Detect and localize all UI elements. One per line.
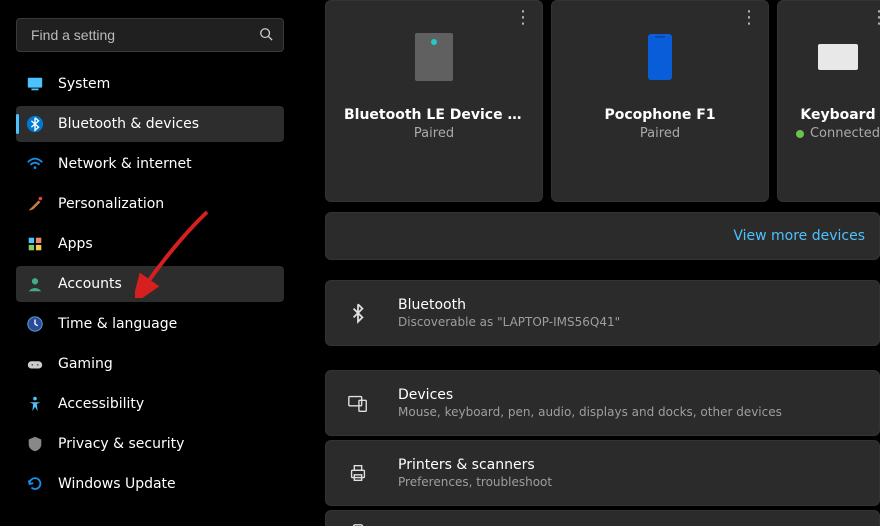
search-input[interactable] (29, 26, 259, 44)
row-title: Bluetooth (398, 297, 620, 313)
nav-list: System Bluetooth & devices Network & int… (0, 66, 300, 502)
device-card[interactable]: ⋮ Pocophone F1 Paired (551, 0, 769, 202)
device-status: Paired (414, 126, 454, 141)
view-more-devices-link[interactable]: View more devices (733, 228, 865, 244)
sidebar-item-label: Apps (58, 236, 93, 252)
apps-icon (26, 235, 44, 253)
device-card[interactable]: ⋮ Bluetooth LE Device 70b... Paired (325, 0, 543, 202)
settings-list: Bluetooth Discoverable as "LAPTOP-IMS56Q… (325, 280, 880, 526)
device-thumb-icon (415, 29, 453, 85)
paintbrush-icon (26, 195, 44, 213)
sidebar-item-label: Personalization (58, 196, 164, 212)
row-subtitle: Discoverable as "LAPTOP-IMS56Q41" (398, 315, 620, 329)
sidebar-item-label: System (58, 76, 110, 92)
main-content: ⋮ Bluetooth LE Device 70b... Paired ⋮ Po… (325, 0, 880, 526)
shield-icon (26, 435, 44, 453)
wifi-icon (26, 155, 44, 173)
device-thumb-icon (648, 29, 672, 85)
your-phone-row[interactable]: Your Phone (325, 510, 880, 526)
monitor-icon (26, 75, 44, 93)
sidebar-item-label: Bluetooth & devices (58, 116, 199, 132)
gamepad-icon (26, 355, 44, 373)
card-menu-icon[interactable]: ⋮ (736, 3, 762, 32)
sidebar-item-time-language[interactable]: Time & language (16, 306, 284, 342)
phone-icon (344, 522, 372, 526)
device-cards: ⋮ Bluetooth LE Device 70b... Paired ⋮ Po… (325, 0, 880, 202)
update-icon (26, 475, 44, 493)
device-name: Pocophone F1 (604, 107, 715, 123)
printer-icon (344, 462, 372, 484)
sidebar-item-label: Privacy & security (58, 436, 184, 452)
sidebar-item-label: Accessibility (58, 396, 144, 412)
clock-globe-icon (26, 315, 44, 333)
bluetooth-icon (26, 115, 44, 133)
bluetooth-toggle-row[interactable]: Bluetooth Discoverable as "LAPTOP-IMS56Q… (325, 280, 880, 346)
sidebar-item-windows-update[interactable]: Windows Update (16, 466, 284, 502)
devices-row[interactable]: Devices Mouse, keyboard, pen, audio, dis… (325, 370, 880, 436)
sidebar-item-label: Gaming (58, 356, 113, 372)
device-status: Paired (640, 126, 680, 141)
devices-icon (344, 392, 372, 414)
device-name: Bluetooth LE Device 70b... (344, 107, 524, 123)
bluetooth-icon (344, 302, 372, 324)
row-title: Devices (398, 387, 782, 403)
search-box[interactable] (16, 18, 284, 52)
sidebar-item-label: Network & internet (58, 156, 192, 172)
accessibility-icon (26, 395, 44, 413)
card-menu-icon[interactable]: ⋮ (510, 3, 536, 32)
sidebar-item-accounts[interactable]: Accounts (16, 266, 284, 302)
search-icon (259, 26, 273, 45)
row-subtitle: Mouse, keyboard, pen, audio, displays an… (398, 405, 782, 419)
sidebar-item-label: Accounts (58, 276, 122, 292)
row-subtitle: Preferences, troubleshoot (398, 475, 552, 489)
printers-scanners-row[interactable]: Printers & scanners Preferences, trouble… (325, 440, 880, 506)
device-name: Keyboard (800, 107, 875, 123)
device-thumb-icon (818, 29, 858, 85)
person-icon (26, 275, 44, 293)
device-status: Connected (796, 126, 880, 141)
sidebar-item-label: Time & language (58, 316, 177, 332)
search-wrap (0, 0, 300, 66)
device-card[interactable]: ⋮ Keyboard Connected (777, 0, 880, 202)
sidebar-item-privacy-security[interactable]: Privacy & security (16, 426, 284, 462)
sidebar-item-gaming[interactable]: Gaming (16, 346, 284, 382)
sidebar-item-personalization[interactable]: Personalization (16, 186, 284, 222)
card-menu-icon[interactable]: ⋮ (866, 3, 880, 32)
view-more-devices-bar[interactable]: View more devices (325, 212, 880, 260)
sidebar-item-label: Windows Update (58, 476, 176, 492)
sidebar-item-bluetooth-devices[interactable]: Bluetooth & devices (16, 106, 284, 142)
sidebar-item-apps[interactable]: Apps (16, 226, 284, 262)
sidebar-item-system[interactable]: System (16, 66, 284, 102)
row-title: Printers & scanners (398, 457, 552, 473)
sidebar-item-accessibility[interactable]: Accessibility (16, 386, 284, 422)
sidebar-item-network[interactable]: Network & internet (16, 146, 284, 182)
sidebar: System Bluetooth & devices Network & int… (0, 0, 300, 526)
